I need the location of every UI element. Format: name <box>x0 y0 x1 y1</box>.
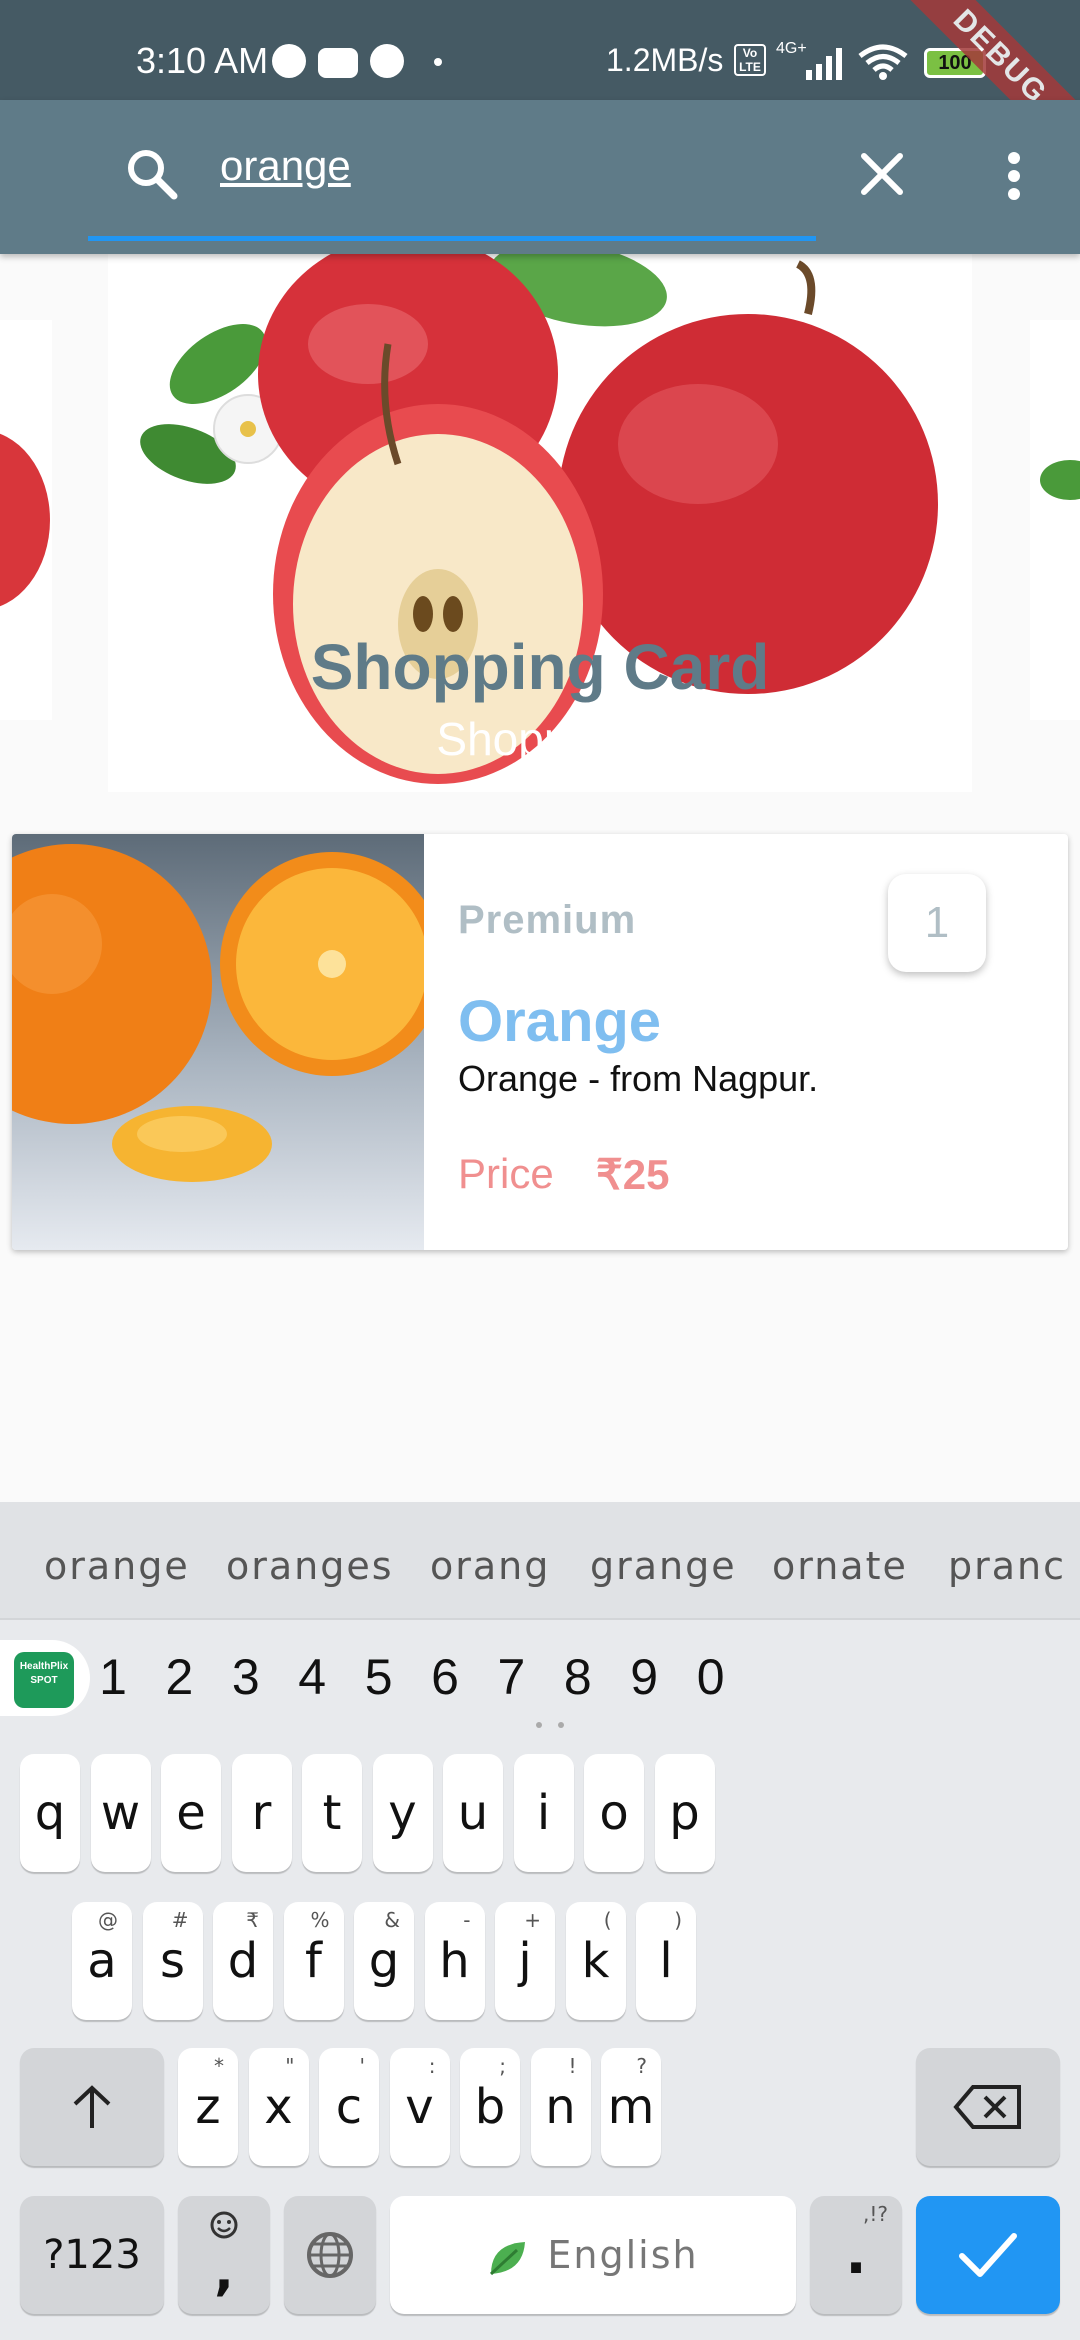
number-key[interactable]: 8 <box>548 1648 608 1706</box>
healthplix-logo-icon: HealthPlix SPOT <box>14 1652 74 1708</box>
pager-dot <box>536 1722 542 1728</box>
apple-image <box>0 433 50 607</box>
wifi-icon <box>858 44 908 80</box>
symbols-key[interactable]: ?123 <box>20 2196 164 2314</box>
number-key[interactable]: 3 <box>216 1648 276 1706</box>
language-key[interactable] <box>284 2196 376 2314</box>
number-key[interactable]: 4 <box>282 1648 342 1706</box>
key-z[interactable]: * z <box>178 2048 238 2166</box>
suggestion-item[interactable]: orang <box>430 1544 550 1588</box>
key-v[interactable]: :v <box>389 2048 450 2166</box>
number-key[interactable]: 7 <box>481 1648 541 1706</box>
emoji-comma-key[interactable]: , <box>178 2196 270 2314</box>
more-vert-icon[interactable] <box>1006 152 1022 200</box>
shift-key[interactable] <box>20 2048 164 2166</box>
product-card[interactable]: Premium 1 Orange Orange - from Nagpur. P… <box>12 834 1068 1250</box>
number-key[interactable]: 1 <box>83 1648 143 1706</box>
key-q[interactable]: q <box>20 1754 80 1872</box>
key-c[interactable]: ' c <box>319 2048 379 2166</box>
key-s[interactable]: # s <box>142 1902 203 2020</box>
more-notifications-dot <box>434 58 442 66</box>
globe-icon <box>307 2232 353 2278</box>
volte-icon: Vo LTE <box>734 44 766 76</box>
status-time: 3:10 AM <box>136 40 269 81</box>
number-key[interactable]: 2 <box>149 1648 209 1706</box>
net-speed: 1.2MB/s <box>606 42 724 78</box>
key-n[interactable]: ! n <box>530 2048 591 2166</box>
key-g[interactable]: & g <box>354 1902 414 2020</box>
pager-dot <box>558 1722 564 1728</box>
search-app-bar <box>0 100 1080 254</box>
space-key[interactable]: English <box>390 2196 796 2314</box>
number-key[interactable]: 9 <box>614 1648 674 1706</box>
youtube-icon <box>318 48 358 78</box>
suggestion-item[interactable]: pranc <box>948 1544 1066 1588</box>
carousel-slide-next[interactable] <box>1030 320 1080 720</box>
key-d[interactable]: ₹ d <box>213 1902 273 2020</box>
key-h[interactable]: -h <box>424 1902 485 2020</box>
banner-subtitle: Shopping! <box>436 713 644 765</box>
price-value: ₹25 <box>596 1151 670 1198</box>
number-key[interactable]: 6 <box>415 1648 475 1706</box>
status-bar: 3:10 AM 1.2MB/s Vo LTE 4G+ 100 DEBUG <box>0 0 1080 180</box>
key-j[interactable]: + j <box>495 1902 555 2020</box>
key-x[interactable]: " x <box>248 2048 309 2166</box>
period-key[interactable]: ,!? . <box>810 2196 902 2314</box>
key-i[interactable]: i <box>513 1754 574 1872</box>
carousel-slide[interactable]: Shopping Card Shopping! <box>108 254 972 792</box>
key-y[interactable]: y <box>372 1754 433 1872</box>
search-input[interactable] <box>220 142 820 190</box>
product-image <box>12 834 424 1250</box>
leaf-icon <box>490 2241 526 2275</box>
price-label: Price <box>458 1150 554 1197</box>
key-u[interactable]: u <box>443 1754 503 1872</box>
number-key[interactable]: 0 <box>681 1648 741 1706</box>
key-t[interactable]: t <box>302 1754 362 1872</box>
product-description: Orange - from Nagpur. <box>458 1058 819 1099</box>
key-w[interactable]: w <box>90 1754 151 1872</box>
signal-icon <box>806 48 842 80</box>
sticker-app-button[interactable]: HealthPlix SPOT <box>0 1640 90 1716</box>
search-icon <box>128 150 178 200</box>
close-icon[interactable] <box>858 150 906 198</box>
key-k[interactable]: (k <box>565 1902 626 2020</box>
backspace-icon <box>953 2085 1021 2129</box>
number-key[interactable]: 5 <box>349 1648 409 1706</box>
key-p[interactable]: p <box>654 1754 715 1872</box>
key-b[interactable]: ; b <box>460 2048 520 2166</box>
carousel-slide-prev[interactable] <box>0 320 52 720</box>
emoji-icon <box>210 2211 238 2239</box>
suggestion-item[interactable]: grange <box>590 1544 737 1588</box>
app-notification-icon <box>370 44 404 78</box>
quantity-badge[interactable]: 1 <box>888 874 986 972</box>
done-key[interactable] <box>916 2196 1060 2314</box>
product-name: Orange <box>458 989 662 1054</box>
banner-title: Shopping Card <box>310 631 770 703</box>
soft-keyboard: orange oranges orang grange ornate pranc… <box>0 1502 1080 2340</box>
key-f[interactable]: % f <box>283 1902 344 2020</box>
key-l[interactable]: ) l <box>636 1902 696 2020</box>
key-m[interactable]: ? m <box>601 2048 661 2166</box>
app-notification-icon <box>272 44 306 78</box>
suggestion-strip: orange oranges orang grange ornate pranc <box>0 1502 1080 1620</box>
check-icon <box>959 2233 1017 2277</box>
banner-carousel[interactable]: Shopping Card Shopping! <box>0 254 1080 794</box>
suggestion-item[interactable]: oranges <box>226 1544 394 1588</box>
key-a[interactable]: @ a <box>72 1902 132 2020</box>
suggestion-item[interactable]: orange <box>44 1544 190 1588</box>
backspace-key[interactable] <box>916 2048 1060 2166</box>
suggestion-item[interactable]: ornate <box>772 1544 908 1588</box>
shift-arrow-icon <box>73 2085 111 2128</box>
product-tag: Premium <box>458 898 637 942</box>
key-r[interactable]: r <box>231 1754 292 1872</box>
search-underline <box>88 236 816 241</box>
key-e[interactable]: e <box>161 1754 221 1872</box>
key-o[interactable]: o <box>584 1754 644 1872</box>
leaf-image <box>1040 460 1080 500</box>
